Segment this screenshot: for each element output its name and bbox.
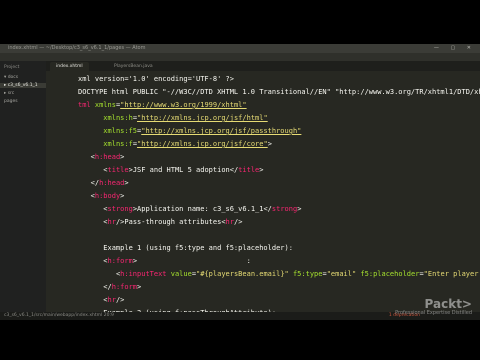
code-token: strong	[107, 205, 133, 213]
window-controls[interactable]: — ▢ ✕	[434, 45, 476, 51]
code-line: DOCTYPE html PUBLIC "-//W3C//DTD XHTML 1…	[78, 86, 480, 99]
code-token: hr	[107, 218, 116, 226]
code-token: >	[124, 179, 129, 187]
project-sidebar: Project ▾ docs ▸ c3_s6_v6.1_1 ▸ src pages	[0, 61, 47, 312]
sidebar-tree-item[interactable]: ▾ docs	[4, 75, 18, 80]
code-token: "email"	[326, 270, 361, 278]
code-token: h:head	[99, 179, 125, 187]
code-token: </	[229, 166, 239, 174]
code-line: xmlns:f="http://xmlns.jcp.org/jsf/core">	[78, 138, 272, 151]
code-line: <hr/>Pass-through attributes<hr/>	[78, 216, 242, 229]
code-token: hr	[225, 218, 234, 226]
window-title: index.xhtml — ~/Desktop/c3_s6_v6.1_1/pag…	[8, 45, 146, 51]
code-line: xmlns:h="http://xmlns.jcp.org/jsf/html"	[78, 112, 268, 125]
code-token: f5:placeholder	[360, 270, 420, 278]
tab-bar: index.xhtml PlayersBean.java	[46, 61, 480, 71]
code-token: />	[115, 296, 125, 304]
project-label: Project	[4, 65, 20, 70]
code-token: </	[103, 283, 112, 291]
tab-index-xhtml[interactable]: index.xhtml	[50, 62, 89, 71]
code-token: xmlns:f5	[103, 127, 138, 135]
video-letterbox-bottom	[0, 320, 480, 360]
code-token: "http://xmlns.jcp.org/jsf/core"	[137, 140, 268, 148]
code-editor[interactable]: xml version='1.0' encoding='UTF-8' ?> DOC…	[72, 71, 480, 312]
code-token: "http://xmlns.jcp.org/jsf/passthrough"	[141, 127, 302, 135]
video-letterbox-top	[0, 0, 480, 44]
code-line: </h:form>	[78, 281, 141, 294]
code-token: DOCTYPE html PUBLIC "-//W3C//DTD XHTML 1…	[78, 88, 480, 96]
code-line: <title>JSF and HTML 5 adoption</title>	[78, 164, 263, 177]
code-line: <h:inputText value="#{playersBean.email}…	[78, 268, 479, 281]
code-token: JSF and HTML 5 adoption	[132, 166, 230, 174]
code-token: Example 1 (using f5:type and f5:placehol…	[78, 244, 293, 252]
code-token: value	[170, 270, 192, 278]
code-token: tml	[78, 101, 95, 109]
code-token: >	[297, 205, 302, 213]
tab-players-bean[interactable]: PlayersBean.java	[108, 62, 159, 71]
code-token: h:form	[111, 283, 138, 291]
code-token: >	[120, 192, 125, 200]
code-token: h:form	[107, 257, 133, 265]
code-token: "http://www.w3.org/1999/xhtml"	[120, 101, 247, 109]
code-token: :	[137, 257, 251, 265]
code-token: title	[107, 166, 129, 174]
sidebar-tree-item[interactable]: ▸ c3_s6_v6.1_1	[0, 83, 46, 88]
code-line: <strong>Application name: c3_s6_v6.1_1</…	[78, 203, 301, 216]
code-token: >	[120, 153, 125, 161]
code-token: </	[90, 179, 100, 187]
line-number-gutter: 20	[46, 71, 72, 312]
menu-bar: FileEditViewSelectionFindPackagesHelp	[0, 53, 480, 70]
title-bar: index.xhtml — ~/Desktop/c3_s6_v6.1_1/pag…	[0, 44, 480, 53]
code-token: xmlns:h	[103, 114, 133, 122]
status-file-path: c3_s6_v6.1_1/src/main/webapp/index.xhtml…	[4, 313, 114, 318]
code-token: "Enter player	[423, 270, 479, 278]
code-token: h:body	[94, 192, 121, 200]
code-token: >	[137, 283, 142, 291]
code-line: </h:head>	[78, 177, 129, 190]
code-line: <h:body>	[78, 190, 125, 203]
code-token: hr	[107, 296, 116, 304]
status-bar: c3_s6_v6.1_1/src/main/webapp/index.xhtml…	[0, 312, 480, 320]
code-line: <h:head>	[78, 151, 125, 164]
code-token: >	[259, 166, 264, 174]
status-deprecation-badge[interactable]: 1 deprecation	[389, 313, 420, 318]
code-token: f5:type	[292, 270, 323, 278]
code-token: xmlns	[94, 101, 116, 109]
code-token: "http://xmlns.jcp.org/jsf/html"	[137, 114, 268, 122]
code-token: >	[267, 140, 272, 148]
code-token: title	[238, 166, 260, 174]
code-line: xmlns:f5="http://xmlns.jcp.org/jsf/passt…	[78, 125, 301, 138]
code-token: xmlns:f	[103, 140, 133, 148]
code-line: tml xmlns="http://www.w3.org/1999/xhtml"	[78, 99, 247, 112]
atom-editor-window: index.xhtml — ~/Desktop/c3_s6_v6.1_1/pag…	[0, 44, 480, 320]
code-line: xml version='1.0' encoding='UTF-8' ?>	[78, 73, 234, 86]
code-line: <h:form> :	[78, 255, 251, 268]
code-token: strong	[271, 205, 298, 213]
code-line: <hr/>	[78, 294, 124, 307]
code-token: "#{playersBean.email}"	[196, 270, 293, 278]
code-token: Application name: c3_s6_v6.1_1	[137, 205, 264, 213]
code-token: h:head	[94, 153, 121, 161]
code-line: Example 1 (using f5:type and f5:placehol…	[78, 242, 293, 255]
code-token: Pass-through attributes	[124, 218, 222, 226]
code-token: h:inputText	[120, 270, 171, 278]
code-token: xml version='1.0' encoding='UTF-8' ?>	[78, 75, 234, 83]
code-token: </	[263, 205, 272, 213]
sidebar-tree-item[interactable]: pages	[4, 99, 18, 104]
sidebar-tree-item[interactable]: ▸ src	[4, 91, 14, 96]
code-token: />	[233, 218, 243, 226]
